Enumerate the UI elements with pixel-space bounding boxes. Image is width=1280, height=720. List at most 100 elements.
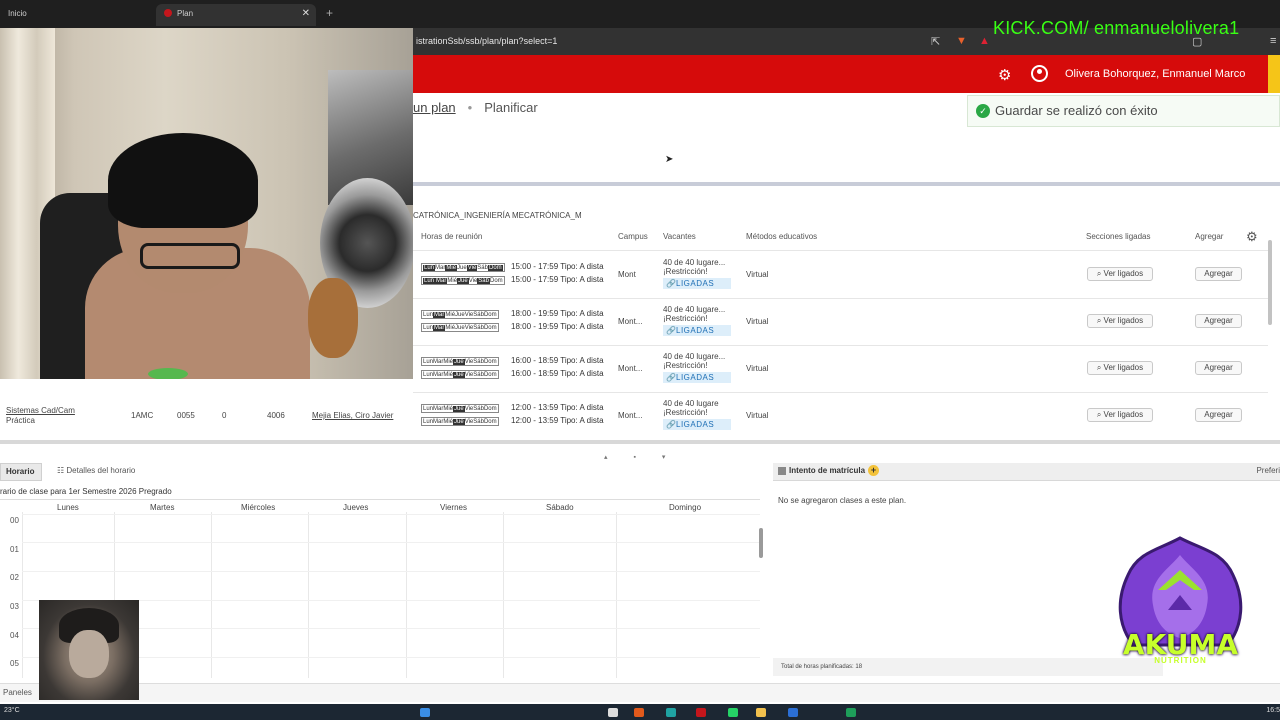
panel-divider[interactable] <box>413 182 1280 186</box>
ver-ligados-button[interactable]: ⌕ Ver ligados <box>1087 361 1153 375</box>
ver-ligados-button[interactable]: ⌕ Ver ligados <box>1087 314 1153 328</box>
rewards-icon[interactable]: ▲ <box>979 35 990 47</box>
folder-icon[interactable] <box>756 708 766 717</box>
day-header: Miércoles <box>241 503 276 512</box>
row-divider <box>413 298 1268 299</box>
row-divider <box>413 345 1268 346</box>
campus: Mont... <box>618 317 643 326</box>
avatar-portrait <box>39 600 139 700</box>
excel-icon[interactable] <box>846 708 856 717</box>
restriccion[interactable]: ¡Restricción! <box>663 267 707 276</box>
splitter-controls[interactable]: ▴ ▪ ▾ <box>604 453 677 461</box>
clock[interactable]: 16:5 <box>1266 707 1280 714</box>
metodo: Virtual <box>746 411 769 420</box>
list-icon: ☷ <box>57 466 67 475</box>
day-header: Sábado <box>546 503 574 512</box>
course-type: Práctica <box>6 416 35 425</box>
webcam-overlay <box>0 28 413 379</box>
side-panel-tab[interactable] <box>1268 55 1280 93</box>
ligadas-label: LIGADAS <box>676 326 715 335</box>
vacantes: 40 de 40 lugare... <box>663 305 726 314</box>
header-divider <box>413 250 1268 251</box>
days-pattern: LunMarMiéJueVieSábDom <box>421 323 499 332</box>
col-vacantes[interactable]: Vacantes <box>663 232 696 241</box>
ver-label: Ver ligados <box>1103 269 1144 278</box>
instructor-link[interactable]: Mejia Elias, Ciro Javier <box>312 411 393 420</box>
day-header: Martes <box>150 503 175 512</box>
breadcrumb-link[interactable]: un plan <box>413 100 456 115</box>
menu-icon[interactable]: ≡ <box>1270 35 1276 47</box>
col-metodos[interactable]: Métodos educativos <box>746 232 817 241</box>
tab-horario[interactable]: Horario <box>0 463 42 481</box>
tab-plan[interactable]: Plan ✕ <box>156 4 316 26</box>
new-tab-icon[interactable]: + <box>326 6 333 20</box>
app-icon[interactable] <box>788 708 798 717</box>
windows-start-icon[interactable] <box>420 708 430 717</box>
user-name[interactable]: Olivera Bohorquez, Enmanuel Marco <box>1065 68 1245 80</box>
grid-line <box>211 512 212 678</box>
app-icon[interactable] <box>608 708 618 717</box>
gear-icon[interactable]: ⚙ <box>998 66 1011 84</box>
ligadas-badge[interactable]: 🔗 LIGADAS <box>663 325 731 336</box>
restriccion[interactable]: ¡Restricción! <box>663 361 707 370</box>
share-icon[interactable]: ⇱ <box>931 35 940 48</box>
app-icon[interactable] <box>666 708 676 717</box>
course-title[interactable]: Sistemas Cad/Cam <box>6 406 75 415</box>
ver-ligados-button[interactable]: ⌕ Ver ligados <box>1087 408 1153 422</box>
campus: Mont <box>618 270 636 279</box>
days-pattern: LunMarMiéJueVieSábDom <box>421 263 505 272</box>
mouse-cursor-icon: ➤ <box>665 154 674 165</box>
url-field[interactable]: istrationSsb/ssb/plan/plan?select=1 <box>416 36 557 46</box>
col-campus[interactable]: Campus <box>618 232 648 241</box>
section: 1AMC <box>131 411 154 420</box>
link-icon: 🔗 <box>666 420 677 429</box>
ver-ligados-button[interactable]: ⌕ Ver ligados <box>1087 267 1153 281</box>
scrollbar-thumb[interactable] <box>1268 240 1272 325</box>
agregar-button[interactable]: Agregar <box>1195 361 1242 375</box>
ligadas-badge[interactable]: 🔗 LIGADAS <box>663 372 731 383</box>
tab-detalles[interactable]: ☷ Detalles del horario <box>57 466 135 475</box>
col-secciones[interactable]: Secciones ligadas <box>1086 232 1150 241</box>
course-code: 4006 <box>267 411 285 420</box>
glasses <box>140 243 240 269</box>
panel-splitter[interactable] <box>0 440 1280 444</box>
agregar-button[interactable]: Agregar <box>1195 267 1242 281</box>
table-settings-gear-icon[interactable]: ⚙ <box>1246 229 1258 245</box>
ver-label: Ver ligados <box>1103 316 1144 325</box>
weather-widget[interactable]: 23°C <box>4 707 20 714</box>
meeting-time: 12:00 - 13:59 Tipo: A dista <box>511 403 604 412</box>
link-icon: 🔗 <box>666 279 677 288</box>
results-scrollbar[interactable] <box>1266 228 1274 433</box>
scrollbar-thumb[interactable] <box>759 528 763 558</box>
tab-inicio[interactable]: Inicio <box>4 4 154 26</box>
tab-label: Plan <box>177 9 194 18</box>
col-agregar[interactable]: Agregar <box>1195 232 1223 241</box>
restriccion[interactable]: ¡Restricción! <box>663 408 707 417</box>
guitar <box>308 278 358 358</box>
day-header: Lunes <box>57 503 79 512</box>
empty-plan-message: No se agregaron clases a este plan. <box>778 496 907 505</box>
restriccion[interactable]: ¡Restricción! <box>663 314 707 323</box>
meeting-time: 16:00 - 18:59 Tipo: A dista <box>511 369 604 378</box>
app-icon[interactable] <box>634 708 644 717</box>
whatsapp-icon[interactable] <box>728 708 738 717</box>
ligadas-label: LIGADAS <box>676 420 715 429</box>
ligadas-badge[interactable]: 🔗 LIGADAS <box>663 419 731 430</box>
close-tab-icon[interactable]: ✕ <box>302 4 310 24</box>
agregar-button[interactable]: Agregar <box>1195 314 1242 328</box>
add-icon[interactable]: + <box>868 465 880 476</box>
grid-line <box>616 512 617 678</box>
user-avatar-icon[interactable] <box>1031 65 1048 82</box>
panels-bar[interactable]: Paneles <box>0 683 1280 702</box>
grid-line <box>22 512 23 678</box>
success-toast: ✓ Guardar se realizó con éxito <box>967 95 1280 127</box>
calendar-scrollbar[interactable] <box>757 514 765 677</box>
crn: 0055 <box>177 411 195 420</box>
ligadas-badge[interactable]: 🔗 LIGADAS <box>663 278 731 289</box>
brave-shield-icon[interactable]: ▼ <box>956 35 967 47</box>
green-light <box>148 368 188 379</box>
browser-icon[interactable] <box>696 708 706 717</box>
preferences-link[interactable]: Preferi <box>1256 463 1280 479</box>
agregar-button[interactable]: Agregar <box>1195 408 1242 422</box>
col-horas[interactable]: Horas de reunión <box>421 232 482 241</box>
